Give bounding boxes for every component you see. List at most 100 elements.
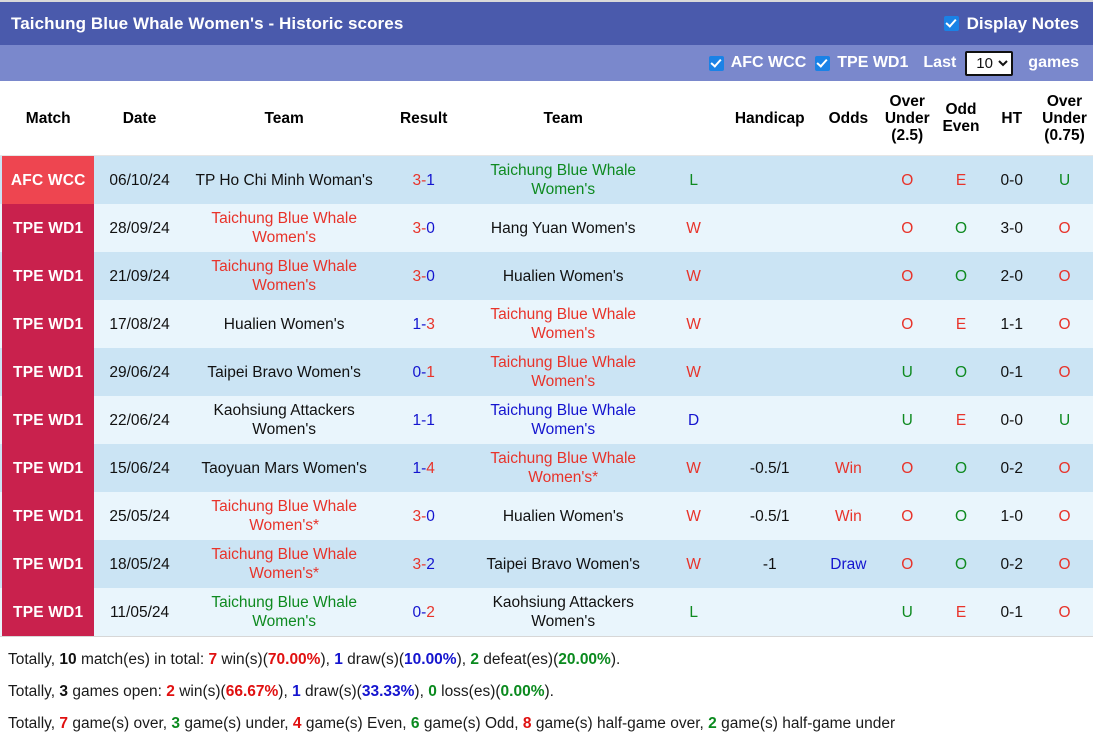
odd-even-value: E — [935, 156, 988, 205]
odd-even-indicator: O — [955, 364, 967, 381]
league-badge: TPE WD1 — [2, 300, 94, 348]
away-team-name[interactable]: Taipei Bravo Women's — [462, 540, 665, 588]
table-row[interactable]: TPE WD115/06/24Taoyuan Mars Women's1-4Ta… — [0, 444, 1093, 492]
column-header-over-under-075: Over Under (0.75) — [1036, 81, 1093, 156]
afc-wcc-filter[interactable]: AFC WCC — [709, 54, 807, 72]
away-team-name[interactable]: Taichung Blue Whale Women's — [462, 348, 665, 396]
match-score[interactable]: 3-1 — [386, 156, 462, 205]
handicap-value — [723, 300, 817, 348]
halftime-score: 0-0 — [987, 156, 1036, 205]
home-team-name[interactable]: Taichung Blue Whale Women's* — [183, 540, 386, 588]
halftime-score: 1-0 — [987, 492, 1036, 540]
result-indicator: W — [686, 364, 701, 381]
away-team-name[interactable]: Hualien Women's — [462, 492, 665, 540]
summary-line-overunder: Totally, 7 game(s) over, 3 game(s) under… — [8, 711, 1085, 737]
match-score[interactable]: 0-1 — [386, 348, 462, 396]
home-team-name[interactable]: Taichung Blue Whale Women's — [183, 588, 386, 636]
home-team-name[interactable]: Taipei Bravo Women's — [183, 348, 386, 396]
summary-text: game(s) half-game under — [717, 715, 895, 732]
odd-even-indicator: E — [956, 316, 966, 333]
odds-label: Draw — [830, 556, 866, 573]
afc-wcc-label: AFC WCC — [731, 54, 807, 72]
result-indicator: W — [686, 268, 701, 285]
home-team-name[interactable]: Taichung Blue Whale Women's — [183, 252, 386, 300]
result-indicator-cell: D — [665, 396, 723, 444]
home-team-name[interactable]: Taichung Blue Whale Women's* — [183, 492, 386, 540]
match-score[interactable]: 3-2 — [386, 540, 462, 588]
away-team-name[interactable]: Kaohsiung Attackers Women's — [462, 588, 665, 636]
oddeven-line1: Odd — [946, 101, 977, 118]
display-notes-label: Display Notes — [967, 14, 1079, 34]
table-row[interactable]: TPE WD122/06/24Kaohsiung Attackers Women… — [0, 396, 1093, 444]
league-cell: TPE WD1 — [0, 252, 96, 300]
match-score[interactable]: 3-0 — [386, 252, 462, 300]
over-under-075-value: O — [1036, 444, 1093, 492]
away-team-label: Hualien Women's — [464, 507, 663, 526]
tpe-wd1-filter[interactable]: TPE WD1 — [815, 54, 908, 72]
match-score[interactable]: 1-3 — [386, 300, 462, 348]
table-row[interactable]: TPE WD128/09/24Taichung Blue Whale Women… — [0, 204, 1093, 252]
away-team-name[interactable]: Taichung Blue Whale Women's — [462, 396, 665, 444]
score-away: 0 — [426, 508, 435, 525]
under-games-count: 3 — [171, 715, 180, 732]
match-score[interactable]: 3-0 — [386, 204, 462, 252]
over-under-075-indicator: O — [1059, 460, 1071, 477]
over-under-075-value: O — [1036, 300, 1093, 348]
games-count-select[interactable]: 5102030 — [965, 51, 1013, 76]
result-indicator-cell: L — [665, 588, 723, 636]
table-row[interactable]: TPE WD125/05/24Taichung Blue Whale Women… — [0, 492, 1093, 540]
match-date: 17/08/24 — [96, 300, 182, 348]
match-score[interactable]: 3-0 — [386, 492, 462, 540]
halftime-score: 3-0 — [987, 204, 1036, 252]
over-under-25-indicator: U — [902, 604, 913, 621]
over-under-075-indicator: O — [1059, 220, 1071, 237]
result-indicator: D — [688, 412, 699, 429]
table-row[interactable]: TPE WD118/05/24Taichung Blue Whale Women… — [0, 540, 1093, 588]
away-team-name[interactable]: Hang Yuan Women's — [462, 204, 665, 252]
table-row[interactable]: TPE WD117/08/24Hualien Women's1-3Taichun… — [0, 300, 1093, 348]
home-team-name[interactable]: TP Ho Chi Minh Woman's — [183, 156, 386, 205]
summary-text: Totally, — [8, 715, 59, 732]
league-cell: TPE WD1 — [0, 492, 96, 540]
open-wins-count: 2 — [166, 683, 175, 700]
tpe-wd1-label: TPE WD1 — [837, 54, 908, 72]
over-under-25-value: U — [880, 396, 935, 444]
handicap-value: -0.5/1 — [723, 492, 817, 540]
home-team-name[interactable]: Taichung Blue Whale Women's — [183, 204, 386, 252]
afc-wcc-checkbox[interactable] — [709, 56, 724, 71]
away-team-label: Hang Yuan Women's — [464, 219, 663, 238]
summary-text: loss(es)( — [437, 683, 501, 700]
away-team-label: Taichung Blue Whale Women's — [464, 161, 663, 199]
table-row[interactable]: TPE WD121/09/24Taichung Blue Whale Women… — [0, 252, 1093, 300]
home-team-name[interactable]: Hualien Women's — [183, 300, 386, 348]
table-row[interactable]: TPE WD129/06/24Taipei Bravo Women's0-1Ta… — [0, 348, 1093, 396]
match-score[interactable]: 1-4 — [386, 444, 462, 492]
handicap-value — [723, 588, 817, 636]
open-losses-count: 0 — [428, 683, 437, 700]
away-team-name[interactable]: Taichung Blue Whale Women's — [462, 156, 665, 205]
over-under-075-indicator: O — [1059, 268, 1071, 285]
display-notes-checkbox[interactable] — [944, 16, 959, 31]
odds-value: Win — [817, 444, 880, 492]
away-team-name[interactable]: Taichung Blue Whale Women's — [462, 300, 665, 348]
home-team-label: Taipei Bravo Women's — [185, 363, 384, 382]
display-notes-group: Display Notes — [944, 14, 1079, 34]
home-team-label: TP Ho Chi Minh Woman's — [185, 171, 384, 190]
score-away: 1 — [426, 412, 435, 429]
home-team-name[interactable]: Kaohsiung Attackers Women's — [183, 396, 386, 444]
away-team-name[interactable]: Hualien Women's — [462, 252, 665, 300]
halftime-score: 2-0 — [987, 252, 1036, 300]
summary-text: ). — [545, 683, 554, 700]
odds-value: Win — [817, 492, 880, 540]
tpe-wd1-checkbox[interactable] — [815, 56, 830, 71]
over-under-075-value: O — [1036, 348, 1093, 396]
match-score[interactable]: 1-1 — [386, 396, 462, 444]
table-row[interactable]: AFC WCC06/10/24TP Ho Chi Minh Woman's3-1… — [0, 156, 1093, 205]
column-header-match: Match — [0, 81, 96, 156]
table-row[interactable]: TPE WD111/05/24Taichung Blue Whale Women… — [0, 588, 1093, 636]
odds-label: Win — [835, 460, 862, 477]
away-team-name[interactable]: Taichung Blue Whale Women's* — [462, 444, 665, 492]
match-score[interactable]: 0-2 — [386, 588, 462, 636]
home-team-name[interactable]: Taoyuan Mars Women's — [183, 444, 386, 492]
odd-even-indicator: O — [955, 460, 967, 477]
